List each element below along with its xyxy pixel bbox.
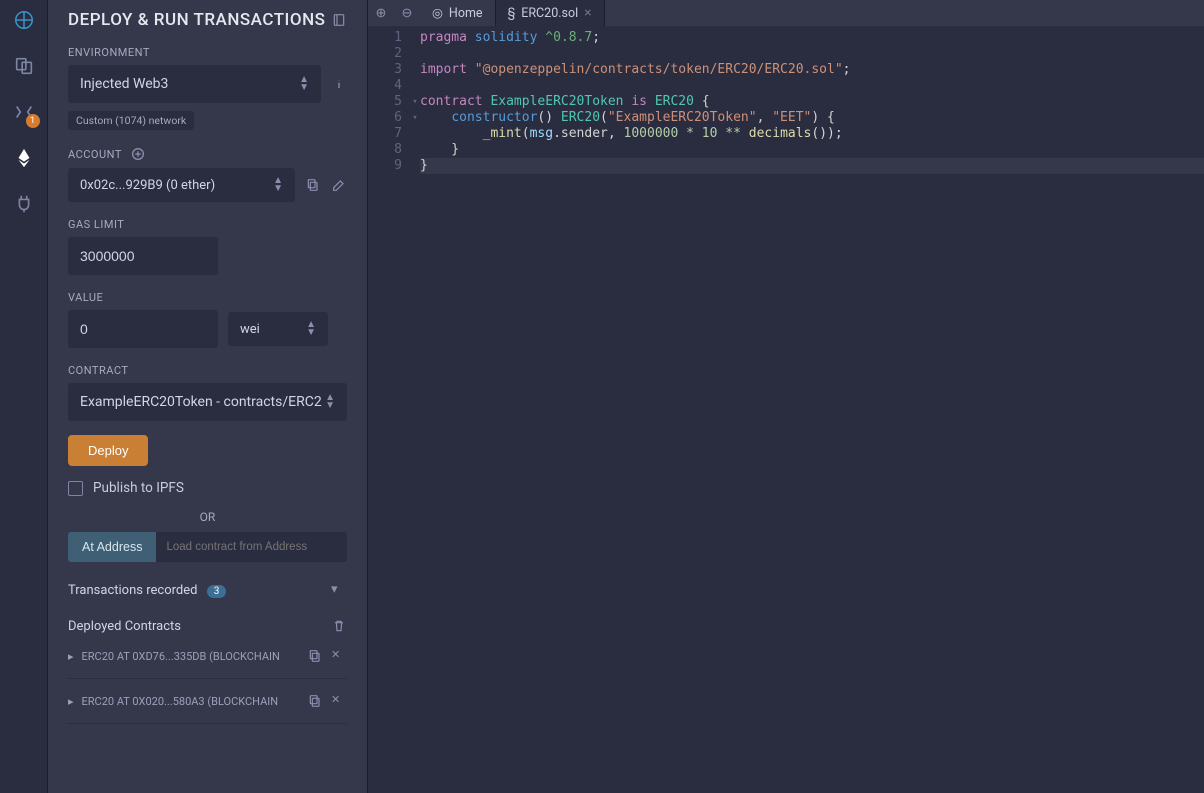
value-unit-select[interactable]: wei ▲▼ <box>228 312 328 346</box>
deployed-contract-item[interactable]: ▸ ERC20 AT 0XD76...335DB (BLOCKCHAIN ✕ <box>68 648 347 679</box>
panel-book-icon[interactable] <box>331 12 347 28</box>
env-info-icon[interactable] <box>331 76 347 92</box>
network-hint: Custom (1074) network <box>68 111 194 130</box>
contract-label: CONTRACT <box>68 364 347 377</box>
contract-select[interactable]: ExampleERC20Token - contracts/ERC2 ▲▼ <box>68 383 347 421</box>
compile-badge: 1 <box>26 114 40 128</box>
deploy-panel: DEPLOY & RUN TRANSACTIONS ENVIRONMENT In… <box>48 0 368 793</box>
deployed-contracts-label: Deployed Contracts <box>68 619 181 634</box>
tab-close-icon[interactable]: × <box>584 5 591 21</box>
deployed-contracts-header: Deployed Contracts <box>68 618 347 634</box>
deployed-contract-item[interactable]: ▸ ERC20 AT 0X020...580A3 (BLOCKCHAIN ✕ <box>68 693 347 724</box>
trash-icon[interactable] <box>331 618 347 634</box>
value-label: VALUE <box>68 291 347 304</box>
compiler-icon[interactable]: 1 <box>10 98 38 126</box>
account-label-text: ACCOUNT <box>68 148 122 161</box>
chevron-right-icon: ▸ <box>68 695 74 708</box>
value-input[interactable] <box>68 310 218 348</box>
icon-sidebar: 1 <box>0 0 48 793</box>
line-number: 4 <box>368 78 402 94</box>
close-icon[interactable]: ✕ <box>331 648 347 664</box>
tx-count-badge: 3 <box>207 585 227 598</box>
zoom-out-icon[interactable]: ⊖ <box>394 0 420 26</box>
deployed-contract-name: ERC20 AT 0XD76...335DB (BLOCKCHAIN <box>82 650 299 663</box>
copy-icon[interactable] <box>307 648 323 664</box>
line-number: 9 <box>368 158 402 174</box>
panel-title: DEPLOY & RUN TRANSACTIONS <box>68 10 347 30</box>
publish-ipfs-checkbox[interactable]: Publish to IPFS <box>68 480 347 496</box>
or-divider: OR <box>68 510 347 524</box>
line-number: 7 <box>368 126 402 142</box>
line-number: 6 <box>368 110 402 126</box>
account-label: ACCOUNT <box>68 146 347 162</box>
solidity-icon: § <box>508 6 516 21</box>
account-select[interactable]: 0x02c...929B9 (0 ether) ▲▼ <box>68 168 295 202</box>
at-address-input[interactable] <box>156 532 347 562</box>
line-number: 8 <box>368 142 402 158</box>
chevron-right-icon: ▸ <box>68 650 74 663</box>
account-value: 0x02c...929B9 (0 ether) <box>80 178 215 193</box>
tab-home[interactable]: ◎ Home <box>420 0 496 26</box>
tab-file-label: ERC20.sol <box>521 6 578 21</box>
zoom-in-icon[interactable]: ⊕ <box>368 0 394 26</box>
checkbox-icon <box>68 481 83 496</box>
close-icon[interactable]: ✕ <box>331 693 347 709</box>
panel-title-text: DEPLOY & RUN TRANSACTIONS <box>68 10 325 30</box>
tab-file[interactable]: § ERC20.sol × <box>496 0 605 26</box>
deployed-contract-name: ERC20 AT 0X020...580A3 (BLOCKCHAIN <box>82 695 299 708</box>
publish-ipfs-label: Publish to IPFS <box>93 480 184 496</box>
tab-home-label: Home <box>449 6 483 21</box>
line-number: 1 <box>368 30 402 46</box>
home-icon: ◎ <box>432 5 443 21</box>
line-gutter: 1 2 3 4 5 6 7 8 9 <box>368 26 410 793</box>
at-address-button[interactable]: At Address <box>68 532 156 562</box>
copy-account-icon[interactable] <box>305 177 321 193</box>
edit-account-icon[interactable] <box>331 177 347 193</box>
fold-gutter: ▾ ▾ <box>410 26 420 793</box>
tx-recorded-label: Transactions recorded <box>68 583 197 598</box>
file-explorer-icon[interactable] <box>10 52 38 80</box>
caret-icon: ▲▼ <box>299 76 309 92</box>
environment-value: Injected Web3 <box>80 76 168 92</box>
copy-icon[interactable] <box>307 693 323 709</box>
caret-icon: ▲▼ <box>306 321 316 337</box>
tx-recorded-header[interactable]: Transactions recorded 3 ▾ <box>68 582 347 598</box>
line-number: 5 <box>368 94 402 110</box>
environment-select[interactable]: Injected Web3 ▲▼ <box>68 65 321 103</box>
editor-tabbar: ⊕ ⊖ ◎ Home § ERC20.sol × <box>368 0 1204 26</box>
gas-limit-input[interactable] <box>68 237 218 275</box>
chevron-down-icon: ▾ <box>331 582 347 598</box>
plugin-icon[interactable] <box>10 190 38 218</box>
logo-icon[interactable] <box>10 6 38 34</box>
caret-icon: ▲▼ <box>325 394 335 410</box>
caret-icon: ▲▼ <box>273 177 283 193</box>
value-unit: wei <box>240 322 260 337</box>
account-add-icon[interactable] <box>130 146 146 162</box>
line-number: 3 <box>368 62 402 78</box>
contract-value: ExampleERC20Token - contracts/ERC2 <box>80 394 322 410</box>
environment-label: ENVIRONMENT <box>68 46 347 59</box>
code-editor[interactable]: 1 2 3 4 5 6 7 8 9 ▾ ▾ pragma solidity ^0… <box>368 26 1204 793</box>
gas-label: GAS LIMIT <box>68 218 347 231</box>
line-number: 2 <box>368 46 402 62</box>
deploy-button[interactable]: Deploy <box>68 435 148 466</box>
code-lines: pragma solidity ^0.8.7; import "@openzep… <box>420 26 1204 793</box>
deploy-icon[interactable] <box>10 144 38 172</box>
editor-area: ⊕ ⊖ ◎ Home § ERC20.sol × 1 2 3 4 5 6 7 8… <box>368 0 1204 793</box>
